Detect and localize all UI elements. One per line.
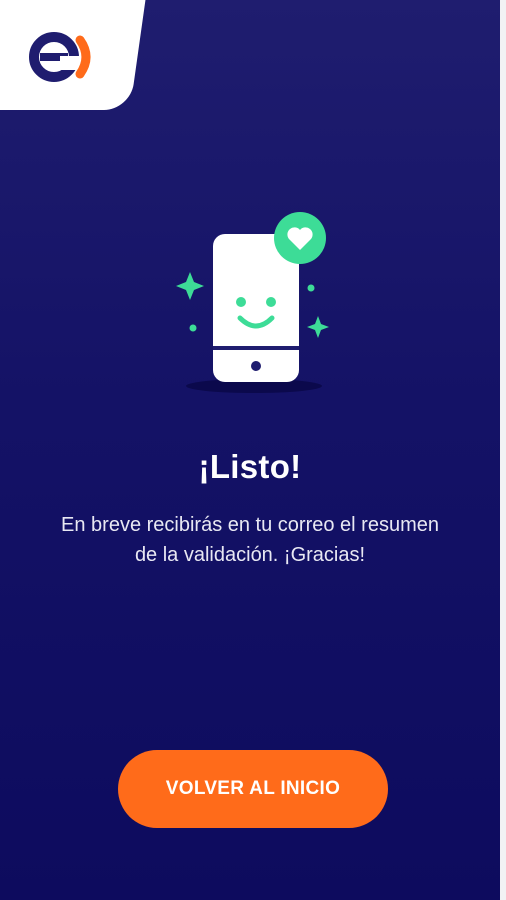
entel-logo-icon bbox=[29, 32, 91, 82]
happy-phone-heart-icon bbox=[176, 212, 329, 393]
confirmation-message: En breve recibirás en tu correo el resum… bbox=[61, 514, 439, 566]
confirmation-screen: ¡Listo! En breve recibirás en tu correo … bbox=[0, 0, 500, 900]
back-home-button[interactable]: VOLVER AL INICIO bbox=[118, 750, 388, 828]
screen-edge bbox=[500, 0, 506, 900]
page-title: ¡Listo! bbox=[198, 448, 302, 485]
